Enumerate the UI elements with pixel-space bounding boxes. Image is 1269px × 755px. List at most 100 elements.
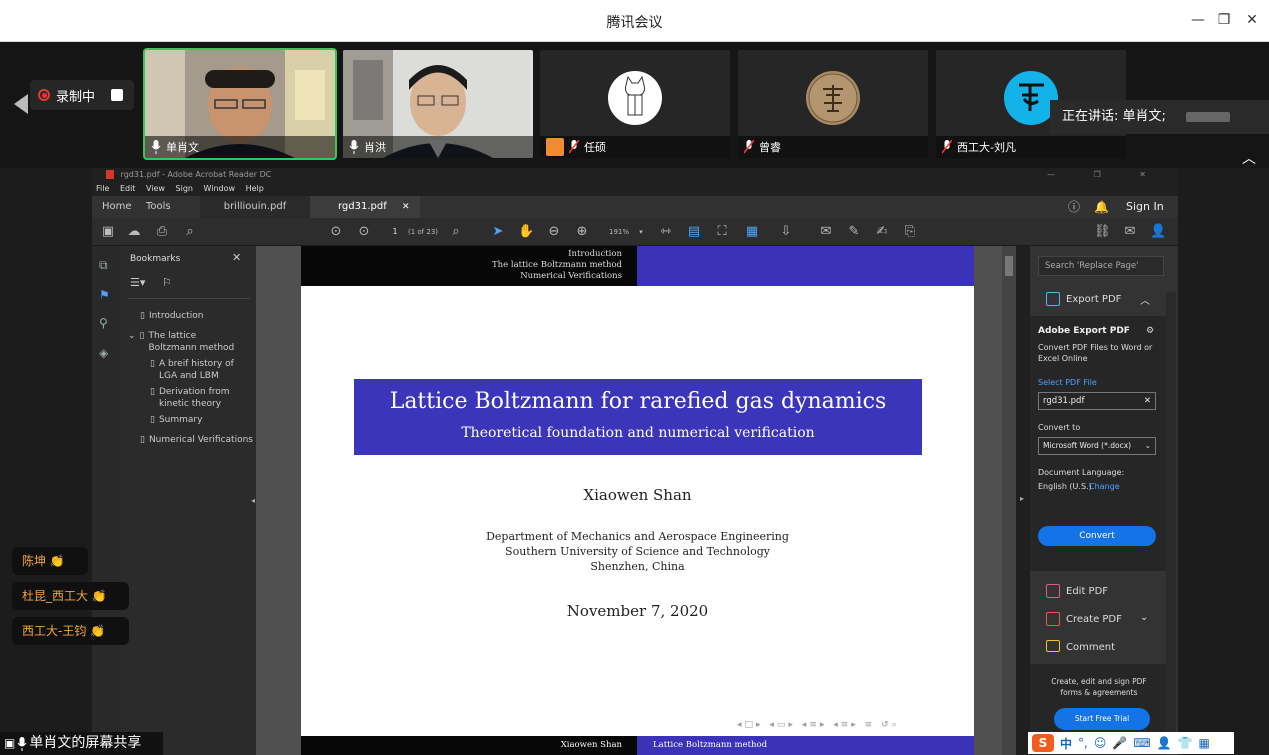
help-icon[interactable]: ⓘ [1068, 196, 1080, 218]
beamer-nav-icons[interactable]: ◂□▸ ◂▭▸ ◂≡▸ ◂≡▸ ≡ ↺⌕ [737, 720, 900, 730]
tools-search-input[interactable]: Search 'Replace Page' [1038, 256, 1164, 276]
menu-file[interactable]: File [96, 184, 109, 193]
highlight-icon[interactable]: ✎ [846, 222, 862, 242]
tab-tools[interactable]: Tools [146, 196, 171, 218]
scroll-mode-icon[interactable]: ▤ [686, 222, 702, 242]
zoom-in-icon[interactable]: ⊕ [574, 222, 590, 242]
document-scrollbar[interactable] [1002, 246, 1016, 755]
zoom-level[interactable]: 191% [602, 222, 636, 242]
prev-page-icon[interactable] [14, 94, 28, 114]
zoom-search-icon[interactable]: ⌕ [182, 222, 198, 242]
read-mode-icon[interactable]: ⇩ [778, 222, 794, 242]
full-screen-icon[interactable]: ⛶ [714, 222, 730, 242]
bell-icon[interactable]: 🔔 [1094, 196, 1109, 218]
sign-in-button[interactable]: Sign In [1126, 196, 1164, 218]
bookmark-options-icon[interactable]: ☰▾ [130, 276, 145, 289]
edit-pdf-label[interactable]: Edit PDF [1066, 586, 1108, 597]
menu-help[interactable]: Help [246, 184, 264, 193]
bookmark-item[interactable]: ▯ Derivation from kinetic theory [150, 386, 250, 410]
new-bookmark-icon[interactable]: ⚐ [162, 276, 172, 289]
convert-format-select[interactable]: Microsoft Word (*.docx) ⌄ [1038, 437, 1156, 455]
selected-file-field[interactable]: rgd31.pdf ✕ [1038, 392, 1156, 410]
toolbox-icon[interactable]: ▦ [1199, 736, 1210, 750]
menu-view[interactable]: View [146, 184, 165, 193]
fit-page-icon[interactable]: ⌕ [448, 222, 464, 242]
participant-tile[interactable]: 曾睿 [738, 50, 928, 158]
tile-label-bar: 西工大-刘凡 [936, 136, 1126, 158]
page-thumbnails-icon[interactable]: ⧉ [99, 258, 108, 273]
close-bookmarks-icon[interactable]: ✕ [232, 251, 241, 264]
bookmark-item[interactable]: ▯ Numerical Verifications [140, 434, 253, 446]
restore-icon[interactable]: ❐ [1212, 8, 1236, 32]
hand-icon[interactable]: ✋ [518, 222, 534, 242]
collapse-export-icon[interactable]: ︿ [1140, 292, 1150, 307]
user-icon[interactable]: 👤 [1157, 736, 1172, 750]
comment-label[interactable]: Comment [1066, 642, 1115, 653]
bookmark-item[interactable]: ▯ Introduction [140, 310, 203, 322]
menu-window[interactable]: Window [204, 184, 236, 193]
tools-scrollbar[interactable] [1166, 292, 1176, 752]
ime-mode-label[interactable]: 中 [1060, 735, 1072, 752]
participant-tile[interactable]: 单肖文 [143, 48, 337, 160]
expand-right-panel-icon[interactable]: ▸ [1020, 494, 1024, 503]
bookmark-icon[interactable]: ⚑ [99, 288, 110, 302]
skin-icon[interactable]: 👕 [1178, 736, 1193, 750]
bookmark-item[interactable]: ⌄ ▯ The lattice Boltzmann method [128, 330, 252, 354]
tab-rgd31[interactable]: rgd31.pdf ✕ [310, 196, 420, 218]
select-pdf-link[interactable]: Select PDF File [1038, 378, 1097, 387]
sign-icon[interactable]: ✍ [874, 222, 890, 242]
page-display-icon[interactable]: ▦ [742, 222, 762, 242]
punctuation-icon[interactable]: °, [1078, 736, 1088, 750]
close-icon[interactable]: ✕ [1240, 8, 1264, 32]
convert-button[interactable]: Convert [1038, 526, 1156, 546]
keyboard-icon[interactable]: ⌨ [1133, 736, 1150, 750]
save-icon[interactable]: ▣ [100, 222, 116, 242]
sogou-logo-icon[interactable]: S [1032, 734, 1054, 752]
expand-create-icon[interactable]: ⌄ [1140, 612, 1148, 623]
prev-page-icon[interactable]: ⊙ [328, 222, 344, 242]
recording-indicator[interactable]: 录制中 [30, 80, 134, 110]
next-page-icon[interactable]: ⊙ [356, 222, 372, 242]
participant-tile[interactable]: 肖洪 [343, 50, 533, 158]
record-icon [38, 89, 50, 101]
comment-icon[interactable]: ✉ [818, 222, 834, 242]
voice-icon[interactable]: 🎤 [1112, 736, 1127, 750]
minimize-icon[interactable]: — [1186, 8, 1210, 32]
email-icon[interactable]: ✉ [1122, 222, 1138, 242]
collapse-strip-icon[interactable]: ︿ [1242, 148, 1256, 168]
print-icon[interactable]: ⎙ [154, 222, 170, 242]
start-trial-button[interactable]: Start Free Trial [1054, 708, 1150, 730]
bookmark-item[interactable]: ▯ A breif history of LGA and LBM [150, 358, 250, 382]
zoom-dropdown-icon[interactable]: ▾ [636, 222, 646, 242]
fit-width-icon[interactable]: ⇿ [658, 222, 674, 242]
participant-tile[interactable]: 任硕 [540, 50, 730, 158]
clear-file-icon[interactable]: ✕ [1144, 393, 1151, 409]
stop-record-icon[interactable] [111, 89, 124, 101]
export-settings-icon[interactable]: ⚙ [1146, 326, 1154, 336]
layers-icon[interactable]: ◈ [99, 346, 108, 360]
upload-icon[interactable]: ☁ [126, 222, 142, 242]
select-cursor-icon[interactable]: ➤ [490, 222, 506, 242]
tab-brillouin[interactable]: brilliouin.pdf [200, 196, 310, 218]
zoom-out-icon[interactable]: ⊖ [546, 222, 562, 242]
scroll-thumb[interactable] [1005, 256, 1013, 276]
attachment-icon[interactable]: ⚲ [99, 316, 108, 330]
add-user-icon[interactable]: 👤 [1150, 222, 1166, 242]
bookmark-item[interactable]: ▯ Summary [150, 414, 202, 426]
emoji-icon[interactable]: ☺ [1094, 736, 1107, 750]
menu-sign[interactable]: Sign [176, 184, 193, 193]
menu-edit[interactable]: Edit [120, 184, 136, 193]
export-pdf-label[interactable]: Export PDF [1066, 294, 1121, 305]
create-pdf-label[interactable]: Create PDF [1066, 614, 1122, 625]
expand-icon[interactable]: ⌄ [128, 330, 136, 354]
window-controls-icon[interactable]: — ❐ ✕ [1047, 168, 1164, 182]
page-number-input[interactable]: 1 [389, 222, 401, 242]
change-language-link[interactable]: Change [1089, 482, 1120, 491]
bookmark-label: Numerical Verifications [148, 435, 253, 445]
share-link-icon[interactable]: ⛓ [1094, 222, 1111, 242]
stamp-icon[interactable]: ⎘ [902, 222, 918, 242]
tab-home[interactable]: Home [102, 196, 132, 218]
close-tab-icon[interactable]: ✕ [402, 196, 410, 218]
collapse-panel-icon[interactable]: ◂ [251, 496, 255, 505]
clap-icon: 👏 [49, 554, 65, 568]
